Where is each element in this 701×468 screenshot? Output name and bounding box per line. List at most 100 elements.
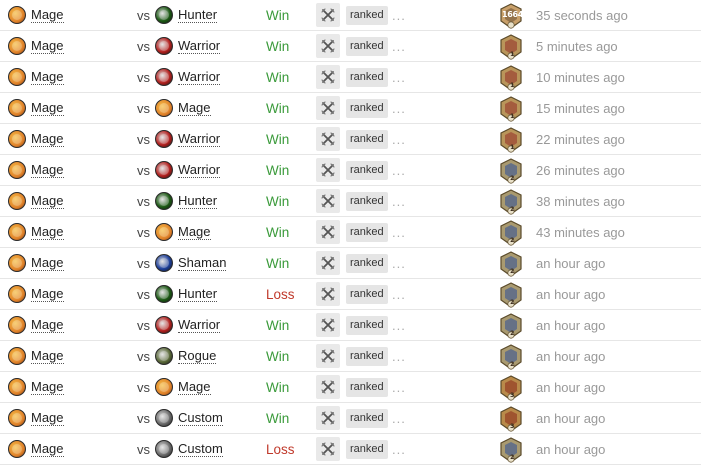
crossed-swords-icon[interactable]: [316, 406, 340, 430]
opponent-class-link[interactable]: Mage: [178, 224, 211, 240]
more-dots[interactable]: ...: [392, 310, 406, 340]
opponent-cell[interactable]: Warrior: [155, 124, 221, 154]
hero-class-link[interactable]: Mage: [31, 69, 64, 85]
hero-cell[interactable]: Mage: [8, 341, 64, 371]
more-dots[interactable]: ...: [392, 155, 406, 185]
opponent-class-link[interactable]: Mage: [178, 100, 211, 116]
opponent-cell[interactable]: Hunter: [155, 279, 218, 309]
hero-class-link[interactable]: Mage: [31, 224, 64, 240]
hero-cell[interactable]: Mage: [8, 62, 64, 92]
opponent-class-link[interactable]: Custom: [178, 441, 223, 457]
deck-cell[interactable]: [316, 0, 340, 30]
opponent-cell[interactable]: Custom: [155, 434, 223, 464]
more-dots[interactable]: ...: [392, 62, 406, 92]
opponent-class-link[interactable]: Warrior: [178, 162, 221, 178]
hero-class-link[interactable]: Mage: [31, 441, 64, 457]
hero-class-link[interactable]: Mage: [31, 162, 64, 178]
crossed-swords-icon[interactable]: [316, 127, 340, 151]
opponent-cell[interactable]: Custom: [155, 403, 223, 433]
opponent-class-link[interactable]: Hunter: [178, 286, 218, 302]
crossed-swords-icon[interactable]: [316, 251, 340, 275]
crossed-swords-icon[interactable]: [316, 96, 340, 120]
hero-cell[interactable]: Mage: [8, 155, 64, 185]
more-dots[interactable]: ...: [392, 0, 406, 30]
opponent-cell[interactable]: Hunter: [155, 186, 218, 216]
deck-cell[interactable]: [316, 279, 340, 309]
deck-cell[interactable]: [316, 62, 340, 92]
more-dots[interactable]: ...: [392, 434, 406, 464]
deck-cell[interactable]: [316, 403, 340, 433]
opponent-cell[interactable]: Hunter: [155, 0, 218, 30]
deck-cell[interactable]: [316, 186, 340, 216]
hero-class-link[interactable]: Mage: [31, 348, 64, 364]
hero-class-link[interactable]: Mage: [31, 410, 64, 426]
hero-cell[interactable]: Mage: [8, 310, 64, 340]
hero-cell[interactable]: Mage: [8, 124, 64, 154]
hero-cell[interactable]: Mage: [8, 403, 64, 433]
opponent-class-link[interactable]: Hunter: [178, 7, 218, 23]
crossed-swords-icon[interactable]: [316, 437, 340, 461]
more-dots[interactable]: ...: [392, 279, 406, 309]
hero-cell[interactable]: Mage: [8, 248, 64, 278]
opponent-cell[interactable]: Shaman: [155, 248, 227, 278]
crossed-swords-icon[interactable]: [316, 3, 340, 27]
hero-cell[interactable]: Mage: [8, 186, 64, 216]
opponent-cell[interactable]: Mage: [155, 93, 211, 123]
opponent-class-link[interactable]: Mage: [178, 379, 211, 395]
more-dots[interactable]: ...: [392, 341, 406, 371]
opponent-cell[interactable]: Mage: [155, 372, 211, 402]
opponent-cell[interactable]: Mage: [155, 217, 211, 247]
deck-cell[interactable]: [316, 310, 340, 340]
deck-cell[interactable]: [316, 93, 340, 123]
deck-cell[interactable]: [316, 434, 340, 464]
opponent-cell[interactable]: Warrior: [155, 310, 221, 340]
hero-cell[interactable]: Mage: [8, 93, 64, 123]
crossed-swords-icon[interactable]: [316, 313, 340, 337]
hero-cell[interactable]: Mage: [8, 31, 64, 61]
opponent-class-link[interactable]: Warrior: [178, 38, 221, 54]
opponent-class-link[interactable]: Rogue: [178, 348, 217, 364]
more-dots[interactable]: ...: [392, 124, 406, 154]
more-dots[interactable]: ...: [392, 372, 406, 402]
opponent-cell[interactable]: Warrior: [155, 155, 221, 185]
opponent-cell[interactable]: Rogue: [155, 341, 217, 371]
more-dots[interactable]: ...: [392, 31, 406, 61]
opponent-class-link[interactable]: Warrior: [178, 317, 221, 333]
more-dots[interactable]: ...: [392, 403, 406, 433]
hero-class-link[interactable]: Mage: [31, 131, 64, 147]
opponent-class-link[interactable]: Shaman: [178, 255, 227, 271]
crossed-swords-icon[interactable]: [316, 34, 340, 58]
opponent-class-link[interactable]: Warrior: [178, 131, 221, 147]
hero-class-link[interactable]: Mage: [31, 193, 64, 209]
deck-cell[interactable]: [316, 217, 340, 247]
opponent-cell[interactable]: Warrior: [155, 31, 221, 61]
hero-cell[interactable]: Mage: [8, 0, 64, 30]
hero-cell[interactable]: Mage: [8, 372, 64, 402]
crossed-swords-icon[interactable]: [316, 65, 340, 89]
crossed-swords-icon[interactable]: [316, 282, 340, 306]
opponent-class-link[interactable]: Hunter: [178, 193, 218, 209]
hero-class-link[interactable]: Mage: [31, 100, 64, 116]
hero-class-link[interactable]: Mage: [31, 379, 64, 395]
more-dots[interactable]: ...: [392, 186, 406, 216]
crossed-swords-icon[interactable]: [316, 158, 340, 182]
hero-cell[interactable]: Mage: [8, 434, 64, 464]
opponent-class-link[interactable]: Warrior: [178, 69, 221, 85]
opponent-class-link[interactable]: Custom: [178, 410, 223, 426]
deck-cell[interactable]: [316, 341, 340, 371]
deck-cell[interactable]: [316, 248, 340, 278]
crossed-swords-icon[interactable]: [316, 189, 340, 213]
hero-cell[interactable]: Mage: [8, 279, 64, 309]
opponent-cell[interactable]: Warrior: [155, 62, 221, 92]
crossed-swords-icon[interactable]: [316, 375, 340, 399]
crossed-swords-icon[interactable]: [316, 344, 340, 368]
hero-class-link[interactable]: Mage: [31, 7, 64, 23]
deck-cell[interactable]: [316, 31, 340, 61]
deck-cell[interactable]: [316, 372, 340, 402]
deck-cell[interactable]: [316, 124, 340, 154]
hero-cell[interactable]: Mage: [8, 217, 64, 247]
deck-cell[interactable]: [316, 155, 340, 185]
more-dots[interactable]: ...: [392, 217, 406, 247]
hero-class-link[interactable]: Mage: [31, 286, 64, 302]
crossed-swords-icon[interactable]: [316, 220, 340, 244]
